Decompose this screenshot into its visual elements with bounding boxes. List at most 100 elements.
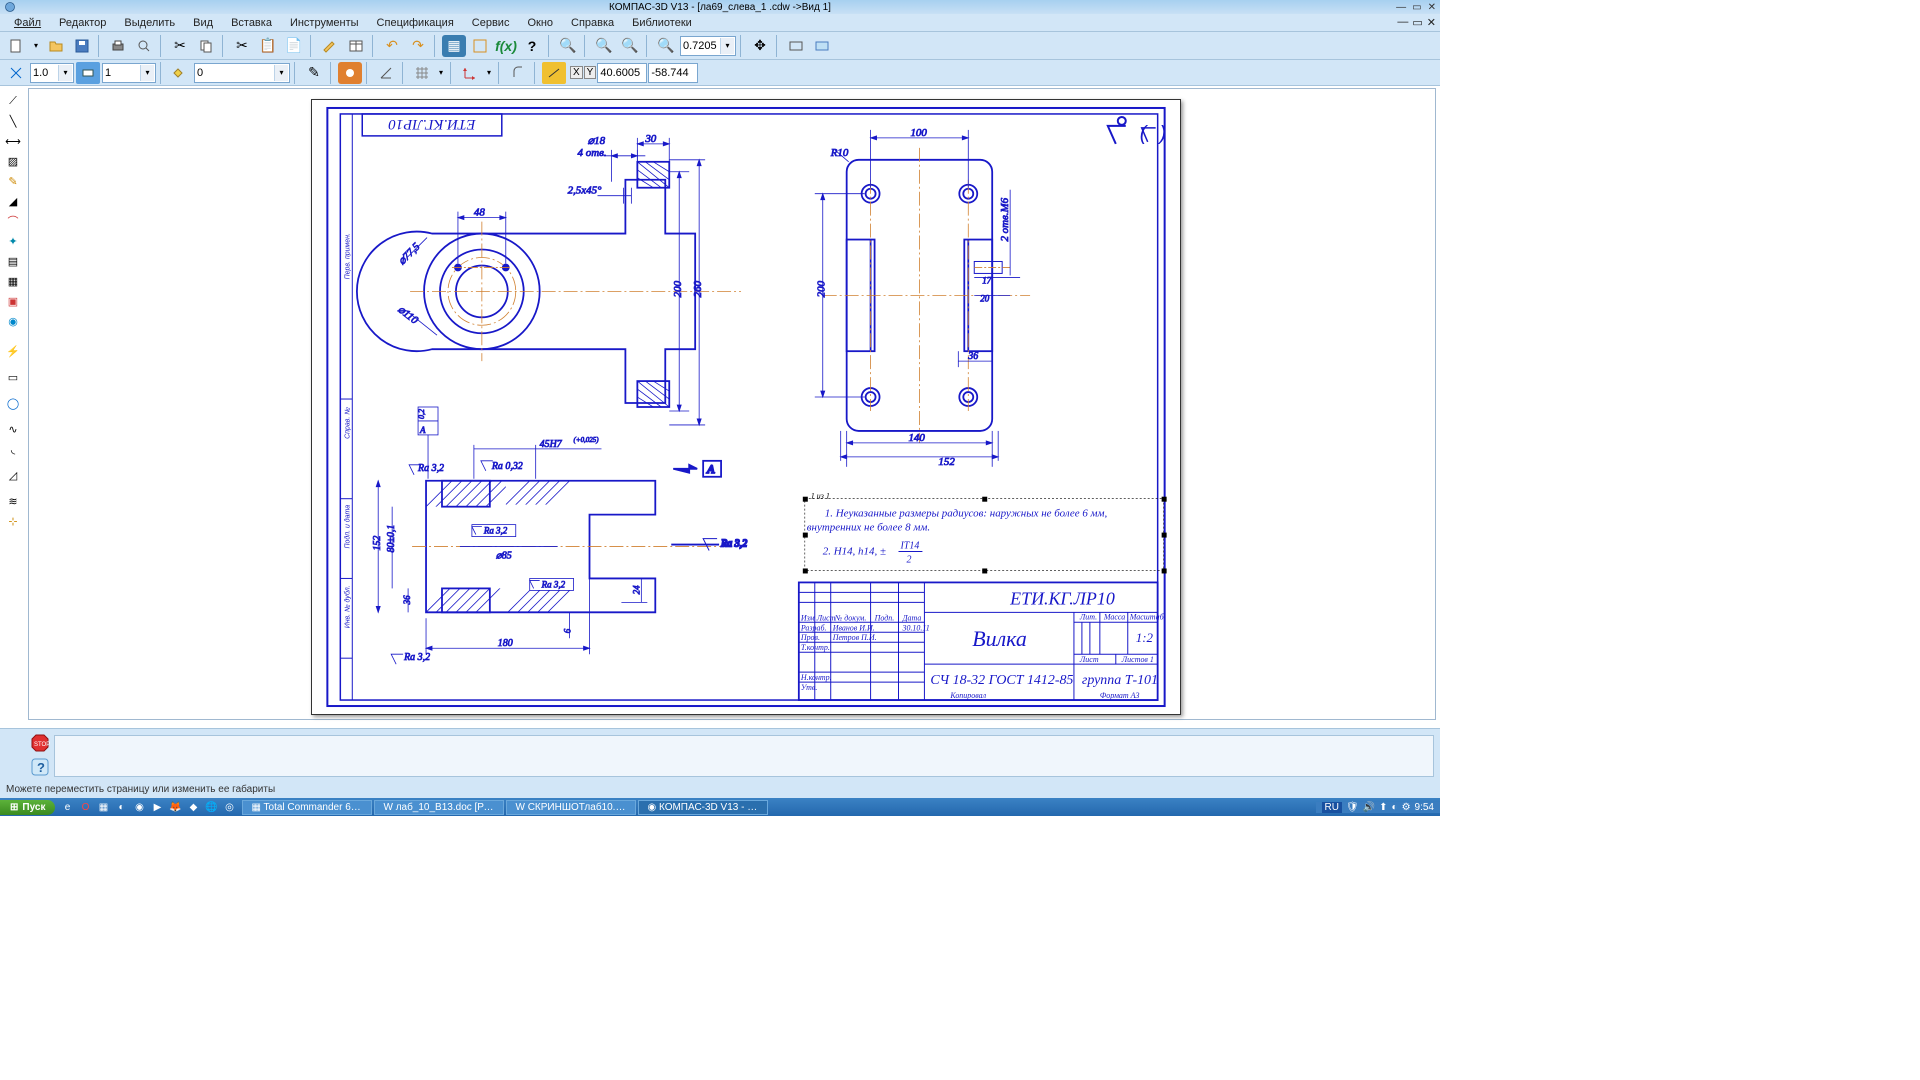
tool-dim[interactable]: ⟷: [4, 132, 22, 150]
lcs-dd[interactable]: ▾: [484, 62, 494, 84]
snap-button[interactable]: [4, 62, 28, 84]
print-button[interactable]: [106, 35, 130, 57]
drawing-canvas[interactable]: Перв. примен. Справ. № Подп. и дата Инв.…: [28, 88, 1436, 720]
ql-7-icon[interactable]: ◎: [221, 800, 237, 814]
coordy-field[interactable]: -58.744: [648, 63, 698, 83]
coordx-field[interactable]: 40.6005: [597, 63, 647, 83]
tool-spline[interactable]: ∿: [4, 420, 22, 438]
tool-edit[interactable]: ✦: [4, 232, 22, 250]
layer-button[interactable]: [76, 62, 100, 84]
tool-point[interactable]: ⟋: [4, 92, 22, 110]
grid-dd[interactable]: ▾: [436, 62, 446, 84]
help-button[interactable]: ?: [30, 757, 50, 777]
tool-text[interactable]: ✎: [4, 172, 22, 190]
menu-help[interactable]: Справка: [563, 16, 622, 30]
tool-measure[interactable]: ▦: [4, 272, 22, 290]
ql-opera-icon[interactable]: O: [77, 800, 93, 814]
zoomfit-button[interactable]: 🔍: [618, 35, 642, 57]
lang-indicator[interactable]: RU: [1322, 802, 1342, 813]
redraw-button[interactable]: [784, 35, 808, 57]
task-tc[interactable]: ▦ Total Commander 6.54P...: [242, 800, 372, 815]
style-button[interactable]: [168, 62, 192, 84]
tool-arc[interactable]: ⌒: [4, 212, 22, 230]
menu-editor[interactable]: Редактор: [51, 16, 114, 30]
task-word1[interactable]: W лаб_10_B13.doc [Режим...: [374, 800, 504, 815]
mdi-minimize-icon[interactable]: —: [1397, 16, 1408, 29]
cut2-button[interactable]: ✂: [230, 35, 254, 57]
paste-button[interactable]: 📄: [282, 35, 306, 57]
whatsthis-button[interactable]: ?: [520, 35, 544, 57]
tool-fillet[interactable]: ◟: [4, 440, 22, 458]
task-kompas[interactable]: ◉ КОМПАС-3D V13 - [ла...: [638, 800, 768, 815]
menu-window[interactable]: Окно: [519, 16, 561, 30]
refresh-button[interactable]: [810, 35, 834, 57]
menu-file[interactable]: Файл: [6, 16, 49, 30]
zoomout-button[interactable]: 🔍: [654, 35, 678, 57]
ql-4-icon[interactable]: 🦊: [167, 800, 183, 814]
ql-3-icon[interactable]: ▶: [149, 800, 165, 814]
cut-button[interactable]: ✂: [168, 35, 192, 57]
tool-hatch[interactable]: ▨: [4, 152, 22, 170]
maximize-icon[interactable]: ▭: [1412, 2, 1421, 13]
vars-button[interactable]: [468, 35, 492, 57]
ql-tc-icon[interactable]: ▦: [95, 800, 111, 814]
ql-6-icon[interactable]: 🌐: [203, 800, 219, 814]
menu-spec[interactable]: Спецификация: [369, 16, 462, 30]
zoomin-button[interactable]: 🔍: [556, 35, 580, 57]
clock[interactable]: 9:54: [1415, 802, 1434, 813]
lib-button[interactable]: ▦: [442, 35, 466, 57]
undo-button[interactable]: ↶: [380, 35, 404, 57]
preview-button[interactable]: [132, 35, 156, 57]
tray-2-icon[interactable]: 🔊: [1363, 802, 1375, 813]
zoom-combo[interactable]: 0.7205▾: [680, 36, 736, 56]
tool-snap[interactable]: ⚡: [4, 342, 22, 360]
ql-1-icon[interactable]: ◐: [113, 800, 129, 814]
fx-button[interactable]: f(x): [494, 35, 518, 57]
layer-combo[interactable]: 1▾: [102, 63, 156, 83]
lcs-button[interactable]: [458, 62, 482, 84]
param-button[interactable]: [542, 62, 566, 84]
task-word2[interactable]: W СКРИНШОТлаб10.docx ...: [506, 800, 636, 815]
ql-2-icon[interactable]: ◉: [131, 800, 147, 814]
tray-3-icon[interactable]: ⬆: [1379, 802, 1387, 813]
menu-view[interactable]: Вид: [185, 16, 221, 30]
tool-spec[interactable]: ◉: [4, 312, 22, 330]
tool-chamfer[interactable]: ◿: [4, 466, 22, 484]
menu-select[interactable]: Выделить: [116, 16, 183, 30]
mdi-close-icon[interactable]: ✕: [1427, 16, 1436, 29]
menu-tools[interactable]: Инструменты: [282, 16, 367, 30]
menu-libs[interactable]: Библиотеки: [624, 16, 700, 30]
tool-line[interactable]: ╲: [4, 112, 22, 130]
tool-symbol[interactable]: ◢: [4, 192, 22, 210]
tray-4-icon[interactable]: ◐: [1392, 802, 1398, 813]
mdi-restore-icon[interactable]: ▭: [1412, 16, 1422, 29]
close-icon[interactable]: ✕: [1428, 2, 1436, 13]
tool-rect[interactable]: ▭: [4, 368, 22, 386]
round-button[interactable]: [506, 62, 530, 84]
redo-button[interactable]: ↷: [406, 35, 430, 57]
tool-break[interactable]: ≋: [4, 492, 22, 510]
tool-circle[interactable]: ◯: [4, 394, 22, 412]
lineweight-combo[interactable]: 1.0▾: [30, 63, 74, 83]
new-button[interactable]: [4, 35, 28, 57]
tool-param[interactable]: ▤: [4, 252, 22, 270]
props-button[interactable]: [318, 35, 342, 57]
pan-button[interactable]: ✥: [748, 35, 772, 57]
stop-button[interactable]: STOP: [30, 733, 50, 753]
start-button[interactable]: ⊞Пуск: [0, 800, 55, 815]
grid-button[interactable]: [410, 62, 434, 84]
table-button[interactable]: [344, 35, 368, 57]
grid-angle-button[interactable]: [374, 62, 398, 84]
zoomwin-button[interactable]: 🔍: [592, 35, 616, 57]
copy-button[interactable]: [194, 35, 218, 57]
menu-insert[interactable]: Вставка: [223, 16, 280, 30]
style-combo[interactable]: 0▾: [194, 63, 290, 83]
new-dd-button[interactable]: ▾: [30, 35, 42, 57]
ortho-button[interactable]: [338, 62, 362, 84]
ql-5-icon[interactable]: ◆: [185, 800, 201, 814]
save-button[interactable]: [70, 35, 94, 57]
open-button[interactable]: [44, 35, 68, 57]
tray-5-icon[interactable]: ⚙: [1402, 802, 1411, 813]
tool-axis[interactable]: ⊹: [4, 512, 22, 530]
ql-ie-icon[interactable]: e: [59, 800, 75, 814]
